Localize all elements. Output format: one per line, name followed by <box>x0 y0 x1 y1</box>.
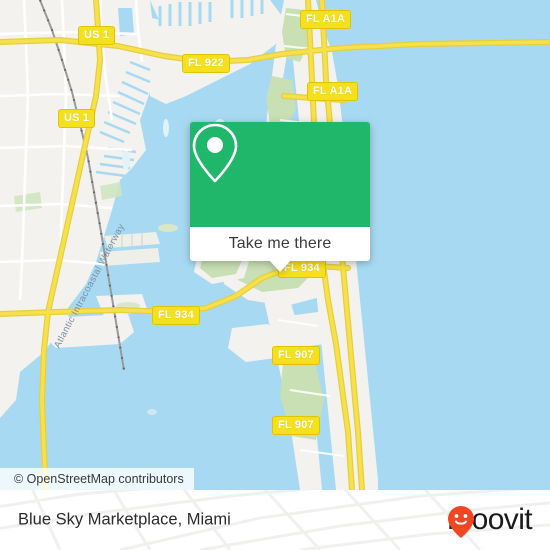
moovit-logo[interactable]: moovit <box>447 505 533 538</box>
moovit-map-screenshot: Atlantic Intracoastal Waterway US 1 FL 9… <box>0 0 550 550</box>
road-shield-us1-south[interactable]: US 1 <box>58 109 96 128</box>
osm-attribution[interactable]: © OpenStreetMap contributors <box>0 468 194 490</box>
road-shield-fla1a-south[interactable]: FL A1A <box>307 82 359 101</box>
road-shield-fl934-west[interactable]: FL 934 <box>152 306 200 325</box>
road-shield-fla1a-north[interactable]: FL A1A <box>300 10 352 29</box>
take-me-there-button[interactable]: Take me there <box>190 227 370 261</box>
popup-header <box>190 122 370 227</box>
location-popup[interactable]: Take me there <box>190 122 370 272</box>
road-shield-fl907-south[interactable]: FL 907 <box>272 416 320 435</box>
map-canvas[interactable]: Atlantic Intracoastal Waterway US 1 FL 9… <box>0 0 550 490</box>
road-shield-fl922[interactable]: FL 922 <box>182 54 230 73</box>
map-pin-icon <box>192 123 238 183</box>
road-shield-us1-north[interactable]: US 1 <box>78 26 116 45</box>
place-title: Blue Sky Marketplace, Miami <box>18 510 231 529</box>
popup-pointer <box>269 260 291 272</box>
moovit-pin-smiley-icon <box>448 506 475 538</box>
footer-bar: Blue Sky Marketplace, Miami moovit <box>0 490 550 550</box>
road-shield-fl907-north[interactable]: FL 907 <box>272 346 320 365</box>
